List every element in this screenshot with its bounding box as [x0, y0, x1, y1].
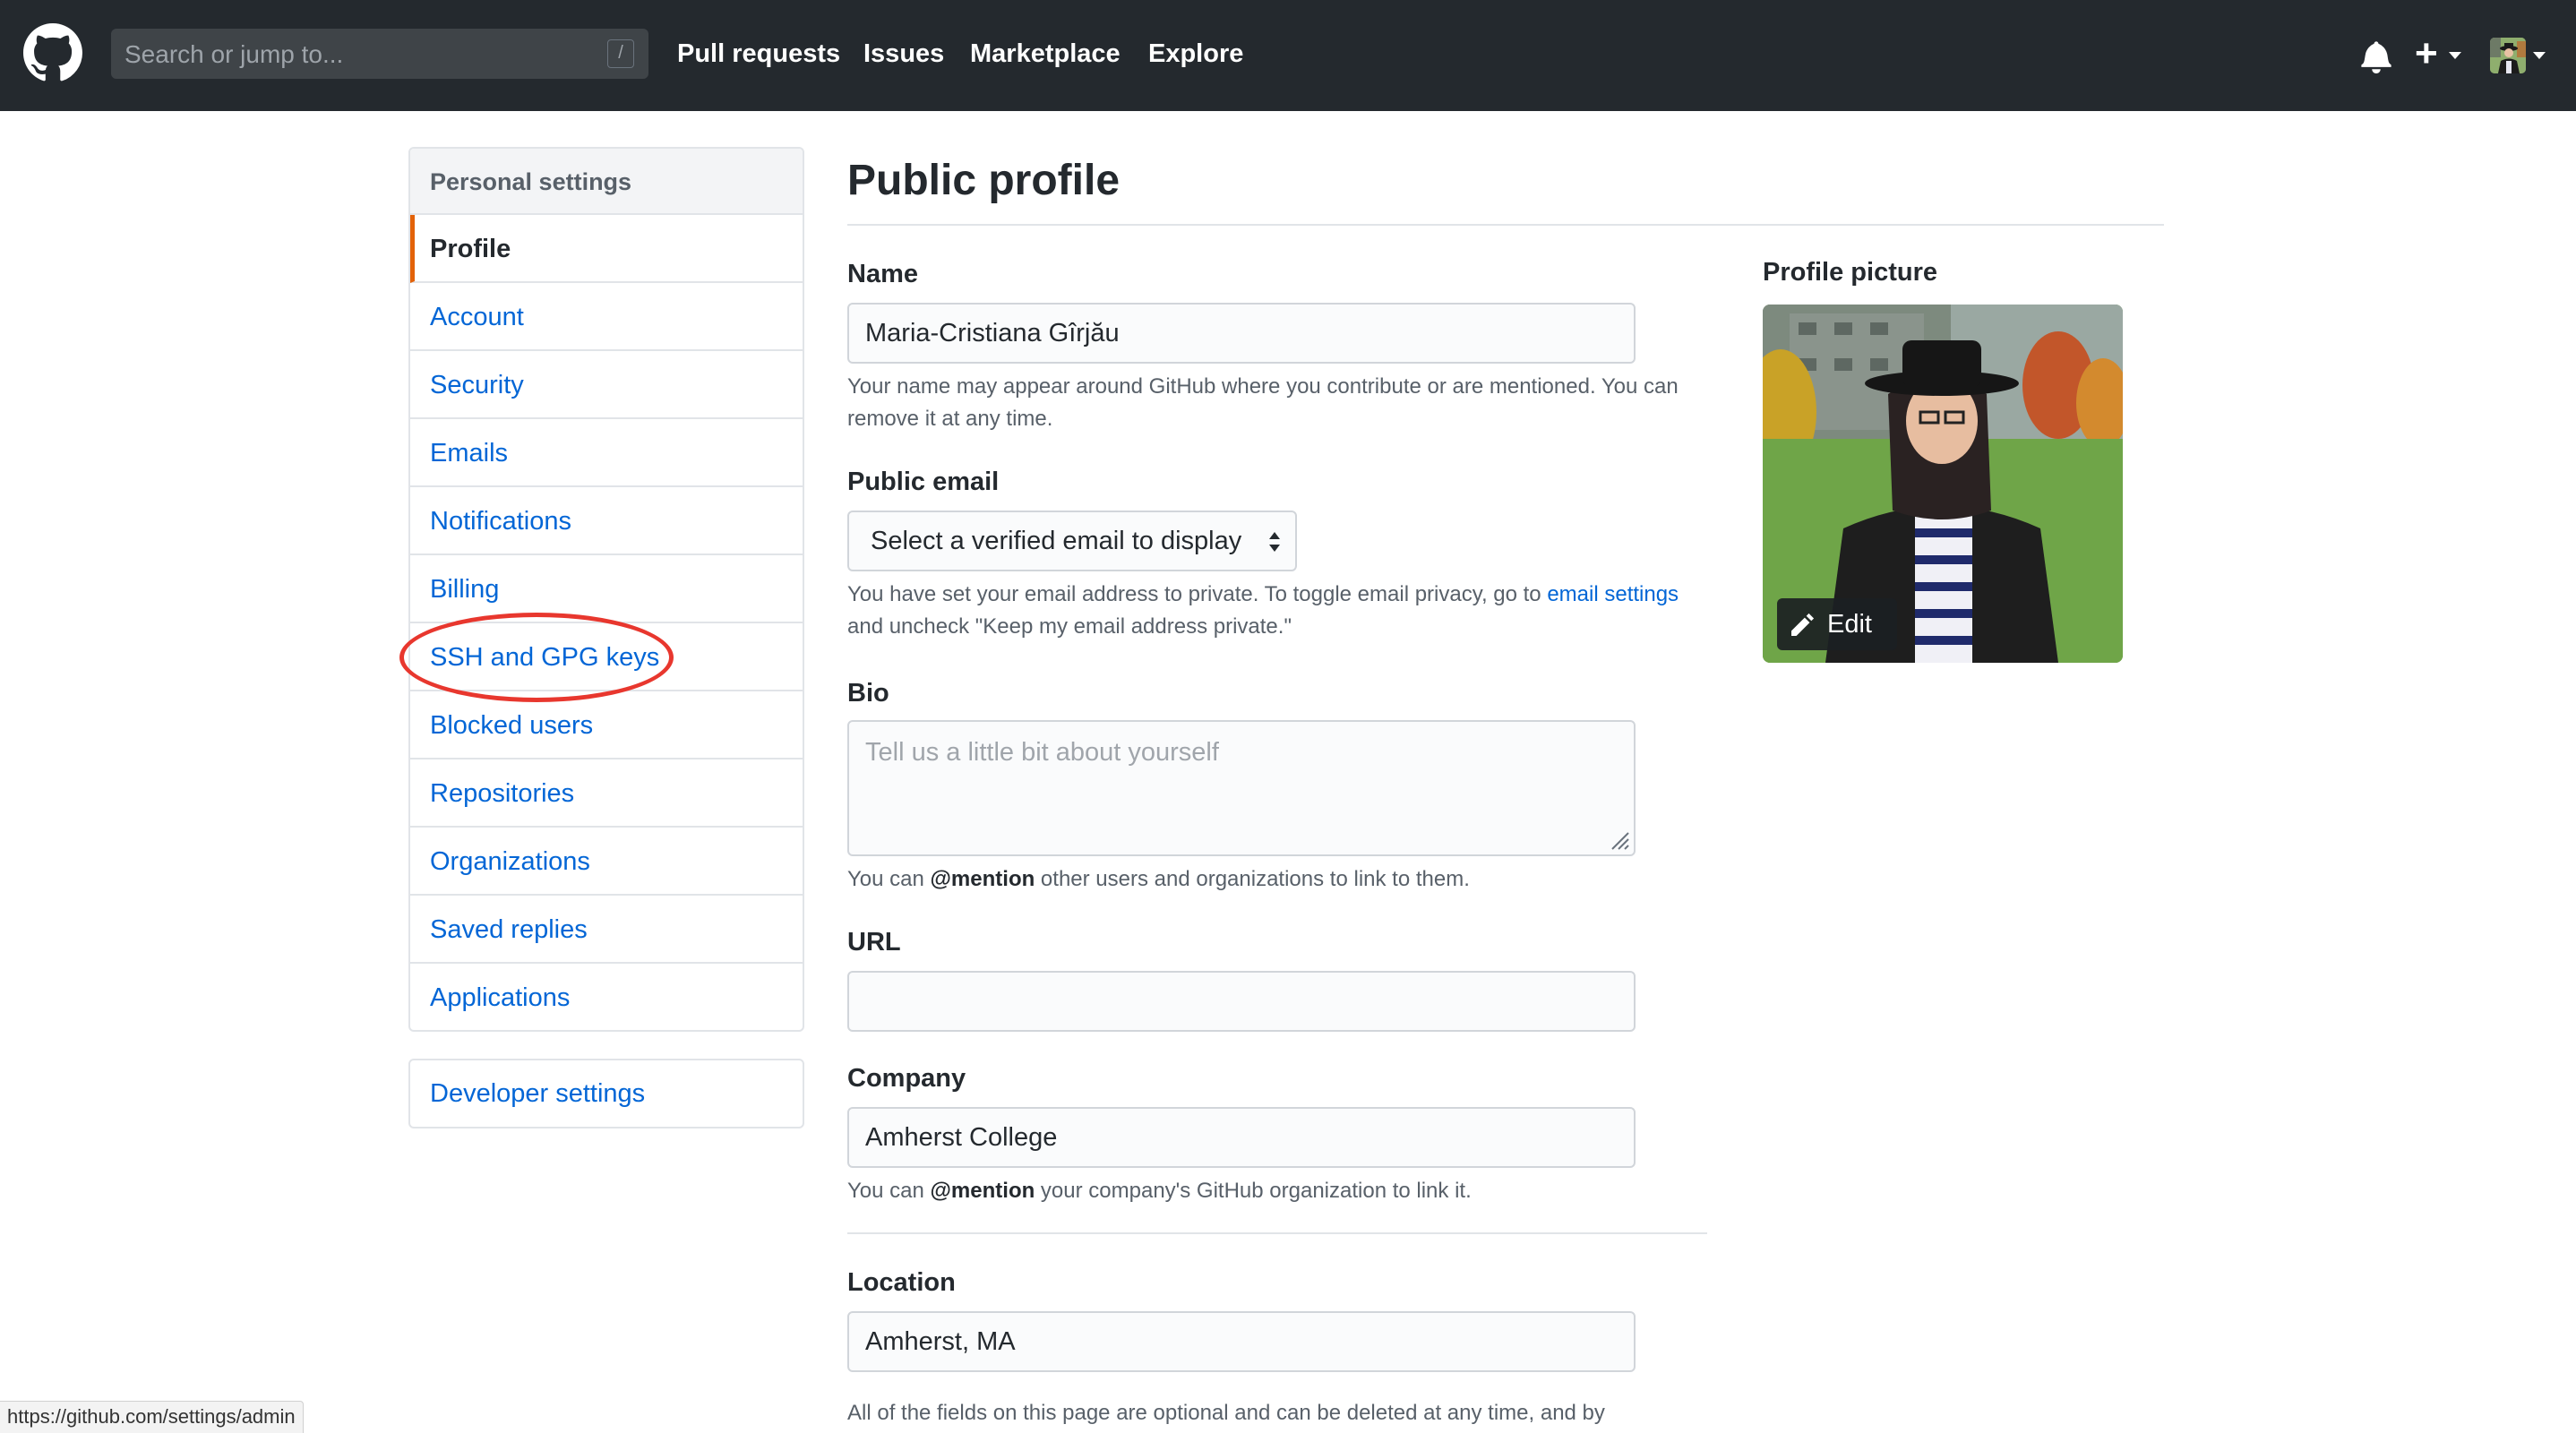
profile-picture: Edit [1763, 305, 2123, 663]
section-divider [847, 1232, 1707, 1234]
email-settings-link[interactable]: email settings [1547, 582, 1679, 606]
public-email-select[interactable]: Select a verified email to display [847, 511, 1297, 571]
bio-note-mention: @mention [930, 867, 1035, 891]
status-bar-url: https://github.com/settings/admin [0, 1401, 304, 1433]
public-email-note-text-end: and uncheck "Keep my email address priva… [847, 614, 1292, 639]
sidebar-item-developer-settings[interactable]: Developer settings [410, 1060, 803, 1127]
public-email-note-text: You have set your email address to priva… [847, 582, 1548, 606]
user-avatar[interactable] [2490, 38, 2526, 73]
company-note-text-end: your company's GitHub organization to li… [1035, 1179, 1472, 1203]
chevron-down-icon [2449, 52, 2461, 59]
search-input[interactable]: Search or jump to... / [111, 29, 648, 79]
location-field[interactable]: Amherst, MA [847, 1311, 1636, 1372]
location-label: Location [847, 1268, 956, 1297]
public-email-select-value: Select a verified email to display [871, 527, 1242, 555]
edit-profile-picture-button[interactable]: Edit [1777, 598, 1897, 650]
name-label: Name [847, 260, 918, 288]
title-divider [847, 224, 2164, 226]
sidebar-item-organizations[interactable]: Organizations [410, 828, 803, 896]
company-note-text: You can [847, 1179, 931, 1203]
nav-issues[interactable]: Issues [863, 38, 944, 70]
company-note-mention: @mention [930, 1179, 1035, 1203]
bio-label: Bio [847, 679, 889, 708]
sidebar-item-emails[interactable]: Emails [410, 419, 803, 487]
sidebar-item-saved-replies[interactable]: Saved replies [410, 896, 803, 964]
menu-heading: Personal settings [410, 149, 803, 215]
create-new-plus-icon[interactable]: + [2415, 34, 2438, 73]
search-placeholder: Search or jump to... [125, 40, 344, 68]
sidebar-item-repositories[interactable]: Repositories [410, 759, 803, 828]
sidebar-item-account[interactable]: Account [410, 283, 803, 351]
chevron-down-icon [2533, 52, 2546, 59]
bell-icon[interactable] [2361, 39, 2391, 73]
company-label: Company [847, 1064, 966, 1093]
top-header: Search or jump to... / Pull requests Iss… [0, 0, 2576, 111]
url-label: URL [847, 928, 901, 957]
pencil-icon [1791, 613, 1815, 636]
page-title: Public profile [847, 157, 1121, 204]
select-arrows-icon [1269, 532, 1280, 552]
sidebar-item-security[interactable]: Security [410, 351, 803, 419]
sidebar-item-applications[interactable]: Applications [410, 964, 803, 1030]
company-field[interactable]: Amherst College [847, 1107, 1636, 1168]
profile-picture-label: Profile picture [1763, 258, 1937, 287]
nav-explore[interactable]: Explore [1148, 38, 1243, 70]
settings-menu: Personal settings Profile Account Securi… [408, 147, 804, 1032]
nav-marketplace[interactable]: Marketplace [970, 38, 1121, 70]
public-email-label: Public email [847, 468, 1000, 496]
slash-shortcut-icon: / [607, 39, 634, 68]
bio-textarea[interactable]: Tell us a little bit about yourself [847, 720, 1636, 856]
sidebar-item-notifications[interactable]: Notifications [410, 487, 803, 555]
sidebar-item-blocked-users[interactable]: Blocked users [410, 691, 803, 759]
url-field[interactable] [847, 971, 1636, 1032]
name-field[interactable]: Maria-Cristiana Gîrjău [847, 303, 1636, 364]
sidebar-item-profile[interactable]: Profile [410, 215, 803, 283]
resize-grip-icon[interactable] [1607, 828, 1630, 851]
public-email-note: You have set your email address to priva… [847, 579, 1689, 643]
sidebar-item-billing[interactable]: Billing [410, 555, 803, 623]
bio-placeholder: Tell us a little bit about yourself [865, 738, 1219, 767]
bio-note: You can @mention other users and organiz… [847, 863, 1689, 896]
avatar-image-icon [2490, 38, 2526, 73]
nav-pull-requests[interactable]: Pull requests [677, 38, 840, 70]
edit-button-label: Edit [1827, 610, 1872, 639]
footer-note: All of the fields on this page are optio… [847, 1401, 1605, 1425]
highlight-circle-annotation [399, 613, 674, 702]
name-note: Your name may appear around GitHub where… [847, 374, 1679, 431]
bio-note-text-end: other users and organizations to link to… [1035, 867, 1470, 891]
bio-note-text: You can [847, 867, 931, 891]
company-note: You can @mention your company's GitHub o… [847, 1175, 1689, 1207]
github-logo-icon[interactable] [23, 23, 82, 82]
developer-settings-menu: Developer settings [408, 1059, 804, 1128]
